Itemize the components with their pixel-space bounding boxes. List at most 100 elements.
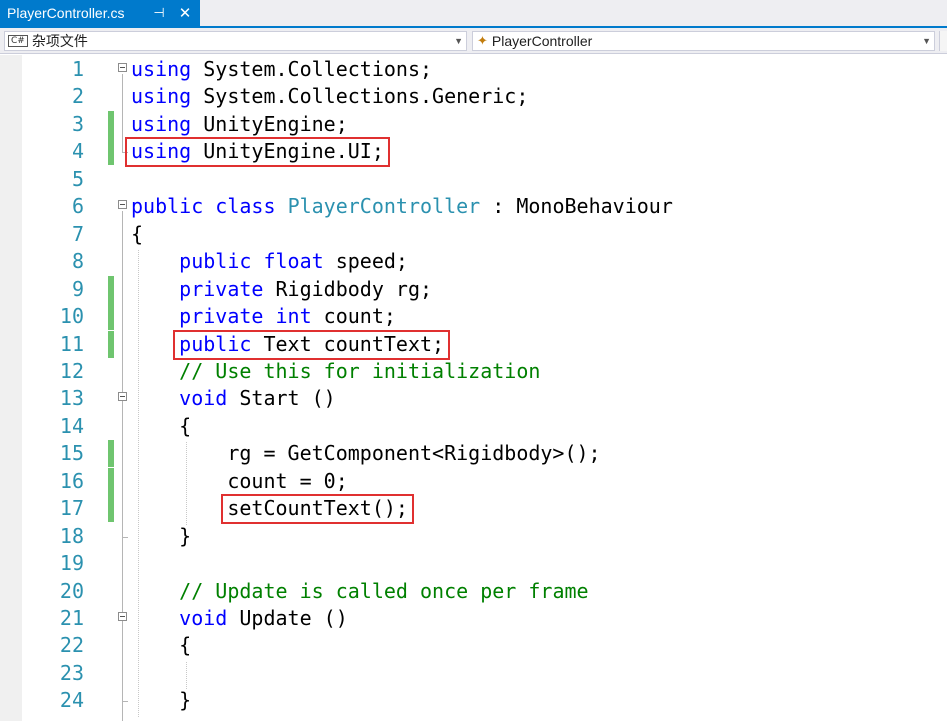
line-number: 10 (59, 304, 84, 329)
code-text: { (131, 221, 143, 248)
line-number: 6 (71, 194, 84, 219)
code-line: 3 using UnityEngine; (0, 110, 947, 138)
code-text: } (131, 687, 191, 714)
code-token: rg = GetComponent<Rigidbody>(); (131, 441, 601, 466)
keyword-token: using (131, 111, 192, 136)
line-number: 9 (71, 276, 84, 301)
code-token: System.Collections.Generic; (191, 84, 529, 109)
code-token: System.Collections; (191, 57, 433, 81)
code-text: void Start () (131, 385, 336, 412)
highlight-box (173, 329, 451, 360)
change-marker (108, 440, 114, 468)
code-line: 14 { (0, 413, 947, 440)
line-number: 3 (71, 111, 84, 136)
code-line: 6 public class PlayerController : MonoBeh… (0, 193, 947, 220)
line-number: 15 (59, 441, 84, 466)
collapse-toggle-icon[interactable] (118, 392, 127, 402)
code-text: private Rigidbody rg; (131, 276, 432, 303)
split-handle[interactable] (939, 31, 947, 51)
code-line: 24 } (0, 687, 947, 714)
code-line: 1 using System.Collections; (0, 56, 947, 83)
code-text: void Update () (131, 605, 348, 632)
keyword-token: void (179, 386, 228, 411)
document-tab-strip: PlayerController.cs ⊣ ✕ (0, 0, 947, 28)
line-number: 14 (59, 413, 84, 438)
code-token: Rigidbody rg; (263, 276, 433, 301)
code-token: } (131, 688, 192, 713)
line-number: 18 (59, 523, 84, 548)
close-icon[interactable]: ✕ (175, 0, 195, 26)
code-token: speed; (323, 249, 408, 274)
change-marker (108, 303, 114, 331)
pin-icon[interactable]: ⊣ (150, 0, 168, 26)
line-number: 17 (59, 496, 84, 521)
line-number: 12 (59, 358, 84, 383)
code-text: using UnityEngine; (131, 111, 348, 138)
tab-playercontroller[interactable]: PlayerController.cs ⊣ ✕ (0, 0, 200, 26)
change-marker (108, 275, 114, 303)
code-line: 17 setCountText(); (0, 495, 947, 523)
keyword-token: using (131, 84, 192, 109)
keyword-token: public (131, 194, 204, 219)
code-line: 2 using System.Collections.Generic; (0, 83, 947, 110)
code-token: UnityEngine; (191, 111, 348, 136)
csharp-file-icon: C# (8, 35, 28, 47)
code-line: 23 (0, 660, 947, 687)
code-line: 16 count = 0; (0, 467, 947, 495)
project-dropdown-label: 杂项文件 (31, 33, 88, 49)
line-number: 23 (59, 660, 84, 685)
code-text: using System.Collections; (131, 56, 432, 83)
code-text: } (131, 523, 191, 550)
code-line: 7{ (0, 221, 947, 248)
member-dropdown-label: PlayerController (491, 33, 593, 49)
chevron-down-icon: ▼ (922, 36, 931, 46)
code-text: using System.Collections.Generic; (131, 83, 528, 110)
line-number: 4 (71, 139, 84, 164)
code-token: count = 0; (131, 468, 348, 493)
code-line: 10 private int count; (0, 303, 947, 331)
code-token: Update () (227, 606, 348, 630)
collapse-toggle-icon[interactable] (118, 63, 127, 72)
line-number: 22 (59, 633, 84, 658)
change-marker (108, 138, 114, 166)
keyword-token: private (179, 304, 264, 329)
code-text: public float speed; (131, 248, 408, 275)
code-editor[interactable]: 1 using System.Collections; 2 using System.… (0, 55, 947, 721)
code-text: rg = GetComponent<Rigidbody>(); (131, 440, 601, 467)
class-icon: ✦ (477, 33, 488, 48)
code-line: 18 } (0, 523, 947, 550)
collapse-toggle-icon[interactable] (118, 200, 127, 210)
code-line: 13 void Start () (0, 385, 947, 412)
comment-token: // Update is called once per frame (179, 578, 589, 603)
chevron-down-icon: ▼ (454, 36, 463, 46)
line-number: 21 (59, 606, 84, 630)
code-line: 21 void Update () (0, 605, 947, 632)
project-dropdown[interactable]: C# 杂项文件 ▼ (4, 31, 467, 51)
code-line: 15 rg = GetComponent<Rigidbody>(); (0, 440, 947, 468)
code-text: private int count; (131, 303, 396, 330)
change-marker (108, 495, 114, 523)
line-number: 1 (71, 57, 84, 81)
code-line: 22 { (0, 632, 947, 659)
collapse-toggle-icon[interactable] (118, 612, 127, 621)
member-dropdown[interactable]: ✦ PlayerController ▼ (472, 31, 935, 51)
line-number: 13 (59, 386, 84, 411)
line-number: 11 (59, 331, 84, 356)
code-token: { (131, 221, 144, 246)
code-text: { (131, 632, 191, 659)
keyword-token: private (179, 276, 264, 301)
code-line: 20 // Update is called once per frame (0, 578, 947, 605)
keyword-token: float (263, 249, 324, 274)
line-number: 16 (59, 468, 84, 493)
line-number: 24 (59, 688, 84, 713)
